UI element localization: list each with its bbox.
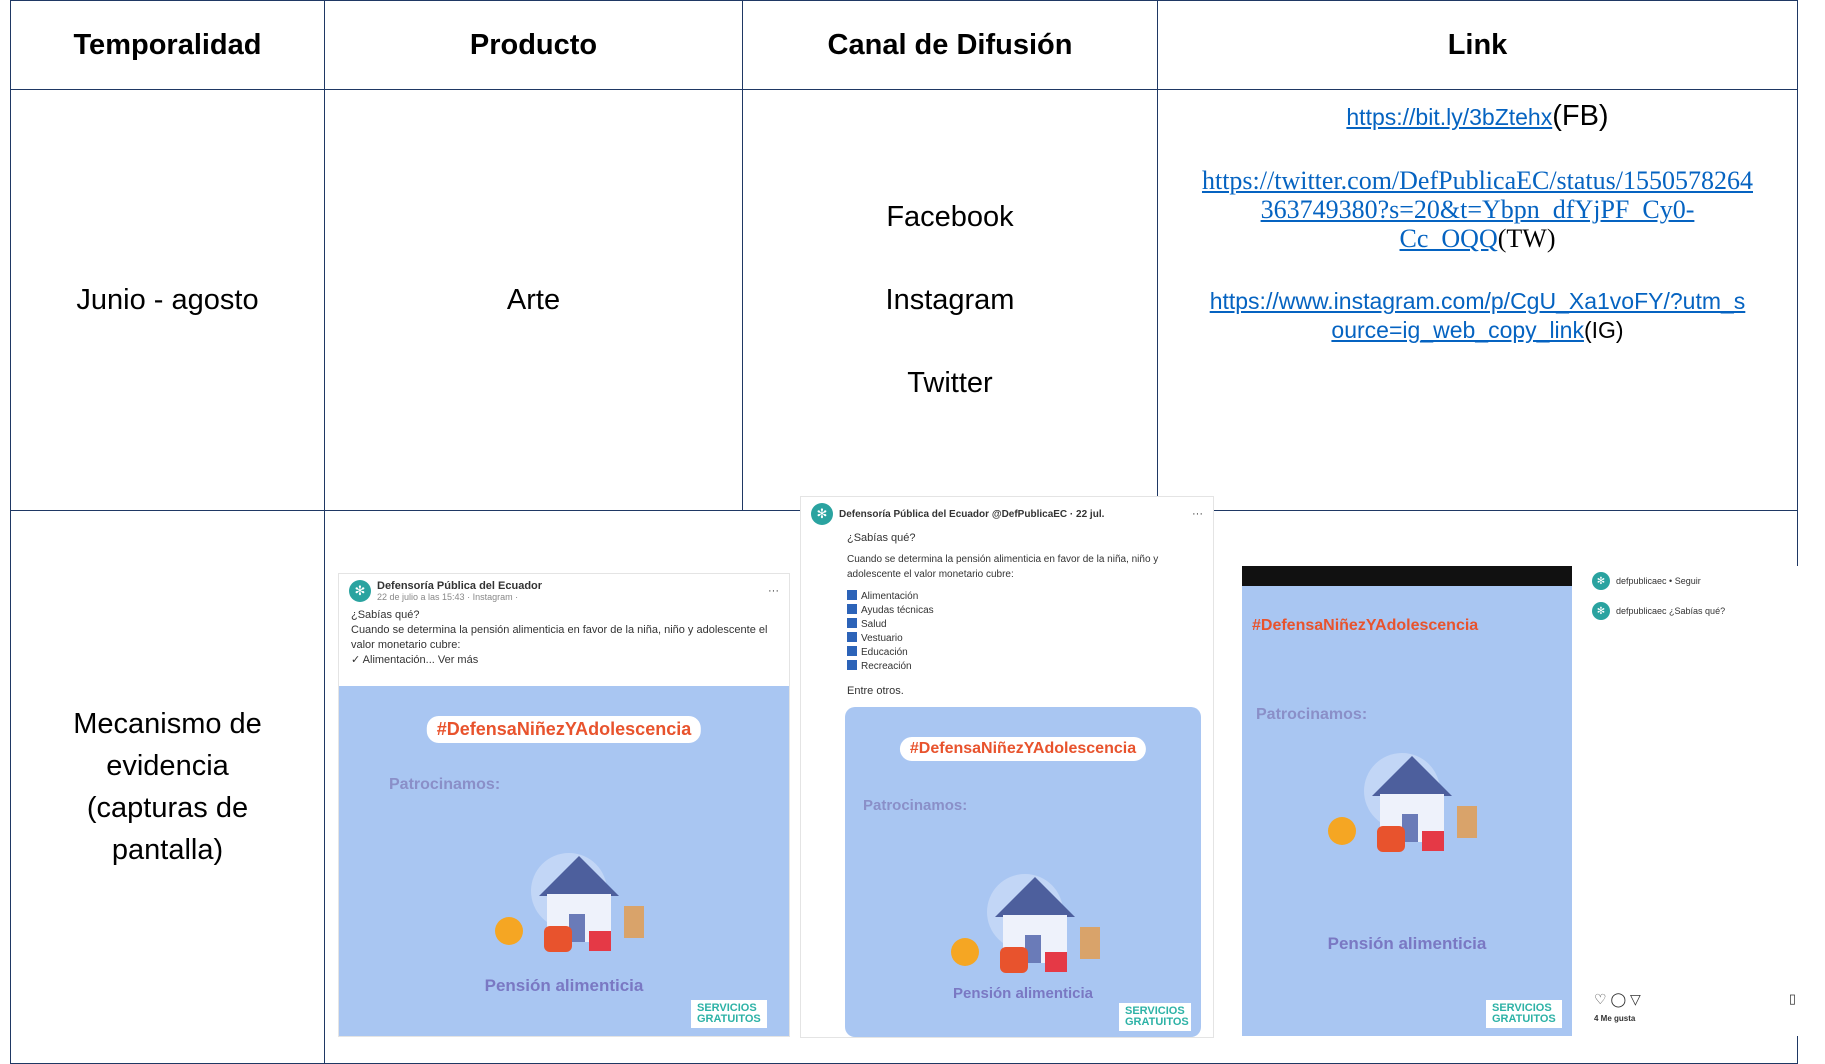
fb-more: ✓ Alimentación... Ver más bbox=[351, 654, 479, 666]
house-illustration-icon bbox=[495, 853, 644, 952]
link-ig-line2: ource=ig_web_copy_link bbox=[1331, 317, 1584, 343]
cell-links: https://bit.ly/3bZtehx(FB) https://twitt… bbox=[1157, 89, 1798, 511]
cell-canales: Facebook Instagram Twitter bbox=[742, 89, 1158, 511]
tw-question: ¿Sabías qué? bbox=[847, 532, 916, 544]
fb-pension: Pensión alimenticia bbox=[484, 976, 644, 995]
tw-servicios: SERVICIOS GRATUITOS bbox=[1119, 1003, 1191, 1031]
tw-hashtag: #DefensaNiñezYAdolescencia bbox=[899, 737, 1147, 761]
tw-item: Vestuario bbox=[835, 632, 1213, 646]
link-tw-line1: https://twitter.com/DefPublicaEC/status/… bbox=[1201, 166, 1753, 195]
fb-art: #DefensaNiñezYAdolescencia Patrocinamos:… bbox=[339, 686, 789, 1036]
avatar: ✻ bbox=[811, 503, 833, 525]
fb-account: Defensoría Pública del Ecuador bbox=[377, 580, 543, 592]
ig-likes: 4 Me gusta bbox=[1594, 1014, 1636, 1023]
link-ig[interactable]: https://www.instagram.com/p/CgU_Xa1voFY/… bbox=[1210, 288, 1746, 343]
canal-facebook: Facebook bbox=[886, 200, 1014, 233]
screenshot-instagram: #DefensaNiñezYAdolescencia Patrocinamos:… bbox=[1242, 566, 1812, 1036]
cell-temporalidad: Junio - agosto bbox=[10, 89, 325, 511]
tw-item: Salud bbox=[835, 618, 1213, 632]
tw-end: Entre otros. bbox=[847, 685, 904, 697]
tag-tw: (TW) bbox=[1497, 224, 1556, 253]
header-producto: Producto bbox=[324, 0, 743, 90]
fb-meta: 22 de julio a las 15:43 · Instagram · bbox=[377, 592, 519, 602]
ig-servicios: SERVICIOS GRATUITOS bbox=[1486, 1000, 1562, 1028]
tw-account: Defensoría Pública del Ecuador @DefPubli… bbox=[839, 508, 1105, 520]
tw-item: Alimentación bbox=[835, 590, 1213, 604]
ig-side-panel: ✻ defpublicaec • Seguir ✻ defpublicaec ¿Sa… bbox=[1582, 566, 1812, 1036]
house-illustration-icon bbox=[951, 874, 1100, 973]
tag-fb: (FB) bbox=[1552, 100, 1609, 132]
ig-bookmark-icon[interactable]: ▯ bbox=[1789, 991, 1796, 1007]
link-tw-line3: Cc_OQQ bbox=[1399, 224, 1498, 253]
link-tw[interactable]: https://twitter.com/DefPublicaEC/status/… bbox=[1202, 166, 1753, 253]
tw-item: Recreación bbox=[835, 660, 1213, 674]
header-temporalidad: Temporalidad bbox=[10, 0, 325, 90]
cell-mecanismo: Mecanismo de evidencia (capturas de pant… bbox=[10, 510, 325, 1064]
avatar: ✻ bbox=[1592, 602, 1610, 620]
screenshot-twitter: ✻ Defensoría Pública del Ecuador @DefPub… bbox=[800, 496, 1214, 1038]
ig-caption: defpublicaec ¿Sabías qué? bbox=[1616, 606, 1726, 616]
ig-heart-icon[interactable]: ♡ ◯ ▽ bbox=[1594, 991, 1641, 1008]
more-icon: ··· bbox=[1192, 508, 1203, 520]
ig-hashtag: #DefensaNiñezYAdolescencia bbox=[1252, 617, 1479, 634]
tw-patrocinamos: Patrocinamos: bbox=[863, 797, 968, 814]
tw-body: Cuando se determina la pensión alimentic… bbox=[847, 554, 1159, 580]
canal-instagram: Instagram bbox=[885, 283, 1015, 316]
tw-pension: Pensión alimenticia bbox=[952, 985, 1094, 1002]
avatar: ✻ bbox=[1592, 572, 1610, 590]
tw-item: Educación bbox=[835, 646, 1213, 660]
more-icon: ··· bbox=[768, 585, 779, 597]
fb-patrocinamos: Patrocinamos: bbox=[389, 776, 501, 793]
cell-producto: Arte bbox=[324, 89, 743, 511]
ig-black-bar bbox=[1242, 566, 1572, 586]
link-ig-line1: https://www.instagram.com/p/CgU_Xa1voFY/… bbox=[1209, 288, 1746, 314]
ig-patrocinamos: Patrocinamos: bbox=[1256, 706, 1368, 723]
canal-twitter: Twitter bbox=[907, 366, 993, 399]
fb-servicios: SERVICIOS GRATUITOS bbox=[691, 1000, 767, 1028]
header-canal: Canal de Difusión bbox=[742, 0, 1158, 90]
link-tw-line2: 363749380?s=20&t=Ybpn_dfYjPF_Cy0- bbox=[1260, 195, 1695, 224]
ig-pension: Pensión alimenticia bbox=[1327, 934, 1487, 953]
fb-question: ¿Sabías qué? bbox=[351, 609, 420, 621]
screenshot-facebook: ✻ Defensoría Pública del Ecuador 22 de j… bbox=[338, 573, 790, 1037]
fb-hashtag: #DefensaNiñezYAdolescencia bbox=[426, 716, 702, 743]
link-fb[interactable]: https://bit.ly/3bZtehx bbox=[1346, 104, 1552, 130]
ig-art: #DefensaNiñezYAdolescencia Patrocinamos:… bbox=[1242, 586, 1572, 1036]
header-link: Link bbox=[1157, 0, 1798, 90]
tw-art: #DefensaNiñezYAdolescencia Patrocinamos:… bbox=[845, 707, 1201, 1037]
avatar: ✻ bbox=[349, 580, 371, 602]
house-illustration-icon bbox=[1328, 753, 1477, 852]
tag-ig: (IG) bbox=[1583, 317, 1624, 343]
ig-account: defpublicaec • Seguir bbox=[1616, 576, 1701, 586]
fb-body: Cuando se determina la pensión alimentic… bbox=[351, 624, 768, 651]
tw-item: Ayudas técnicas bbox=[835, 604, 1213, 618]
mecanismo-label: Mecanismo de evidencia (capturas de pant… bbox=[73, 708, 262, 866]
